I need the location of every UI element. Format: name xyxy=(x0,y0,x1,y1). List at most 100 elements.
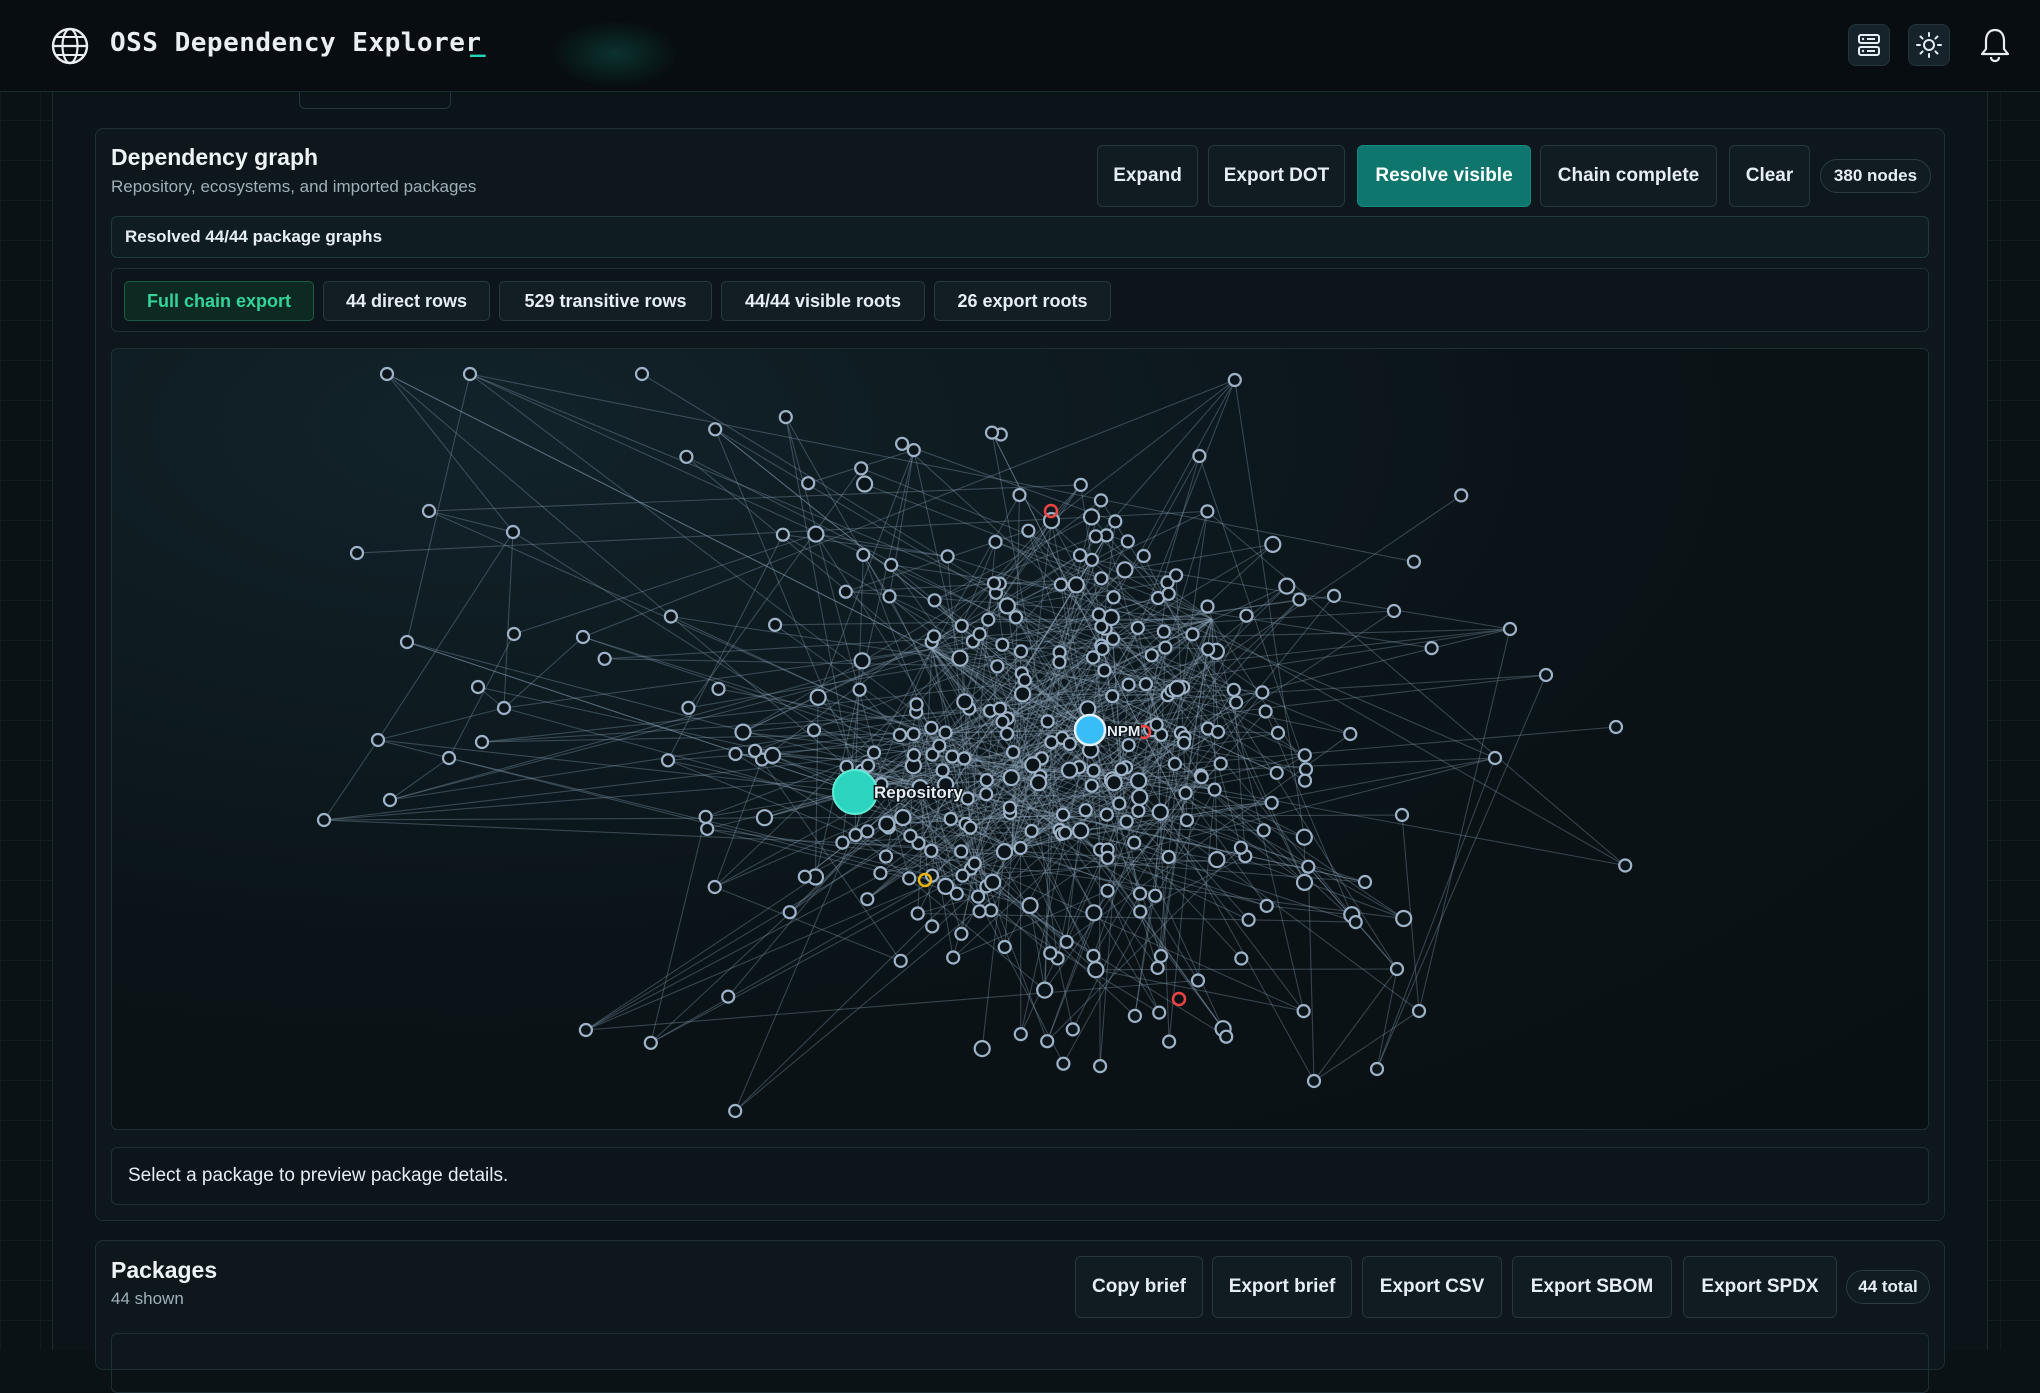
package-node[interactable] xyxy=(1117,562,1132,577)
package-node[interactable] xyxy=(1086,554,1098,566)
package-node[interactable] xyxy=(808,527,823,542)
package-node[interactable] xyxy=(957,694,972,709)
package-node[interactable] xyxy=(1057,809,1069,821)
package-node[interactable] xyxy=(1261,900,1273,912)
server-icon[interactable] xyxy=(1848,24,1890,66)
package-node[interactable] xyxy=(1108,591,1120,603)
package-node[interactable] xyxy=(1235,842,1247,854)
package-node[interactable] xyxy=(1371,1063,1383,1075)
package-node[interactable] xyxy=(508,628,520,640)
package-node[interactable] xyxy=(1151,719,1163,731)
package-node[interactable] xyxy=(1138,550,1150,562)
package-node[interactable] xyxy=(972,891,984,903)
package-node[interactable] xyxy=(1019,674,1031,686)
package-node[interactable] xyxy=(1212,726,1224,738)
package-node[interactable] xyxy=(1540,669,1552,681)
package-node[interactable] xyxy=(861,825,873,837)
package-node[interactable] xyxy=(1057,1058,1069,1070)
package-node[interactable] xyxy=(1090,530,1102,542)
package-node[interactable] xyxy=(928,630,940,642)
package-node[interactable] xyxy=(940,727,952,739)
package-node[interactable] xyxy=(1159,642,1171,654)
package-node[interactable] xyxy=(476,736,488,748)
package-node[interactable] xyxy=(1004,802,1016,814)
package-node[interactable] xyxy=(925,845,937,857)
package-node[interactable] xyxy=(1074,549,1086,561)
package-node[interactable] xyxy=(1178,737,1190,749)
package-node[interactable] xyxy=(1023,898,1038,913)
package-node[interactable] xyxy=(1026,825,1038,837)
package-node[interactable] xyxy=(857,477,872,492)
package-node[interactable] xyxy=(1122,535,1134,547)
package-node[interactable] xyxy=(1215,758,1227,770)
package-node[interactable] xyxy=(1045,736,1057,748)
copy-brief-button[interactable]: Copy brief xyxy=(1075,1256,1203,1318)
package-node[interactable] xyxy=(868,747,880,759)
export-dot-button[interactable]: Export DOT xyxy=(1208,145,1345,207)
package-node[interactable] xyxy=(1201,505,1213,517)
direct-rows-chip[interactable]: 44 direct rows xyxy=(323,281,490,321)
package-node[interactable] xyxy=(986,427,998,439)
package-node[interactable] xyxy=(662,754,674,766)
package-node[interactable] xyxy=(1044,947,1056,959)
package-node[interactable] xyxy=(969,858,981,870)
package-node[interactable] xyxy=(1104,610,1119,625)
package-node[interactable] xyxy=(1098,665,1110,677)
package-node[interactable] xyxy=(1235,953,1247,965)
package-node[interactable] xyxy=(1271,767,1283,779)
package-node[interactable] xyxy=(1084,509,1099,524)
package-node[interactable] xyxy=(1408,556,1420,568)
package-node[interactable] xyxy=(1134,906,1146,918)
package-node[interactable] xyxy=(1128,837,1140,849)
package-node[interactable] xyxy=(1388,605,1400,617)
package-node[interactable] xyxy=(1243,914,1255,926)
package-node[interactable] xyxy=(1123,739,1135,751)
package-node[interactable] xyxy=(1504,623,1516,635)
package-node[interactable] xyxy=(1146,649,1158,661)
package-node[interactable] xyxy=(1015,645,1027,657)
package-node[interactable] xyxy=(855,462,867,474)
package-node[interactable] xyxy=(958,752,970,764)
package-node[interactable] xyxy=(997,844,1012,859)
package-node[interactable] xyxy=(1163,588,1175,600)
export-spdx-button[interactable]: Export SPDX xyxy=(1683,1256,1837,1318)
package-node[interactable] xyxy=(636,368,648,380)
package-node[interactable] xyxy=(947,952,959,964)
package-node[interactable] xyxy=(861,893,873,905)
package-node[interactable] xyxy=(769,619,781,631)
package-node[interactable] xyxy=(996,639,1008,651)
package-node[interactable] xyxy=(498,702,510,714)
package-node[interactable] xyxy=(1228,684,1240,696)
package-node[interactable] xyxy=(991,660,1003,672)
package-node[interactable] xyxy=(682,702,694,714)
package-node[interactable] xyxy=(942,550,954,562)
package-node[interactable] xyxy=(933,740,945,752)
package-node[interactable] xyxy=(1102,852,1114,864)
npm-ecosystem-node[interactable] xyxy=(1075,715,1105,745)
package-node[interactable] xyxy=(1158,626,1170,638)
package-node[interactable] xyxy=(1391,963,1403,975)
package-node[interactable] xyxy=(1102,885,1114,897)
package-node[interactable] xyxy=(1396,809,1408,821)
package-node[interactable] xyxy=(1087,950,1099,962)
package-node[interactable] xyxy=(464,368,476,380)
package-node[interactable] xyxy=(1153,1007,1165,1019)
package-node[interactable] xyxy=(1075,479,1087,491)
package-node[interactable] xyxy=(957,870,969,882)
package-node[interactable] xyxy=(974,905,986,917)
package-node[interactable] xyxy=(840,586,852,598)
package-node[interactable] xyxy=(443,752,455,764)
package-node[interactable] xyxy=(955,928,967,940)
package-node[interactable] xyxy=(1220,1031,1232,1043)
package-node[interactable] xyxy=(423,505,435,517)
package-node[interactable] xyxy=(1187,628,1199,640)
package-node[interactable] xyxy=(937,765,949,777)
package-node[interactable] xyxy=(1265,537,1280,552)
package-node[interactable] xyxy=(384,794,396,806)
package-node[interactable] xyxy=(1059,827,1071,839)
package-node[interactable] xyxy=(680,451,692,463)
package-node[interactable] xyxy=(908,749,920,761)
package-node[interactable] xyxy=(1054,656,1066,668)
package-node[interactable] xyxy=(895,810,910,825)
package-node[interactable] xyxy=(926,920,938,932)
